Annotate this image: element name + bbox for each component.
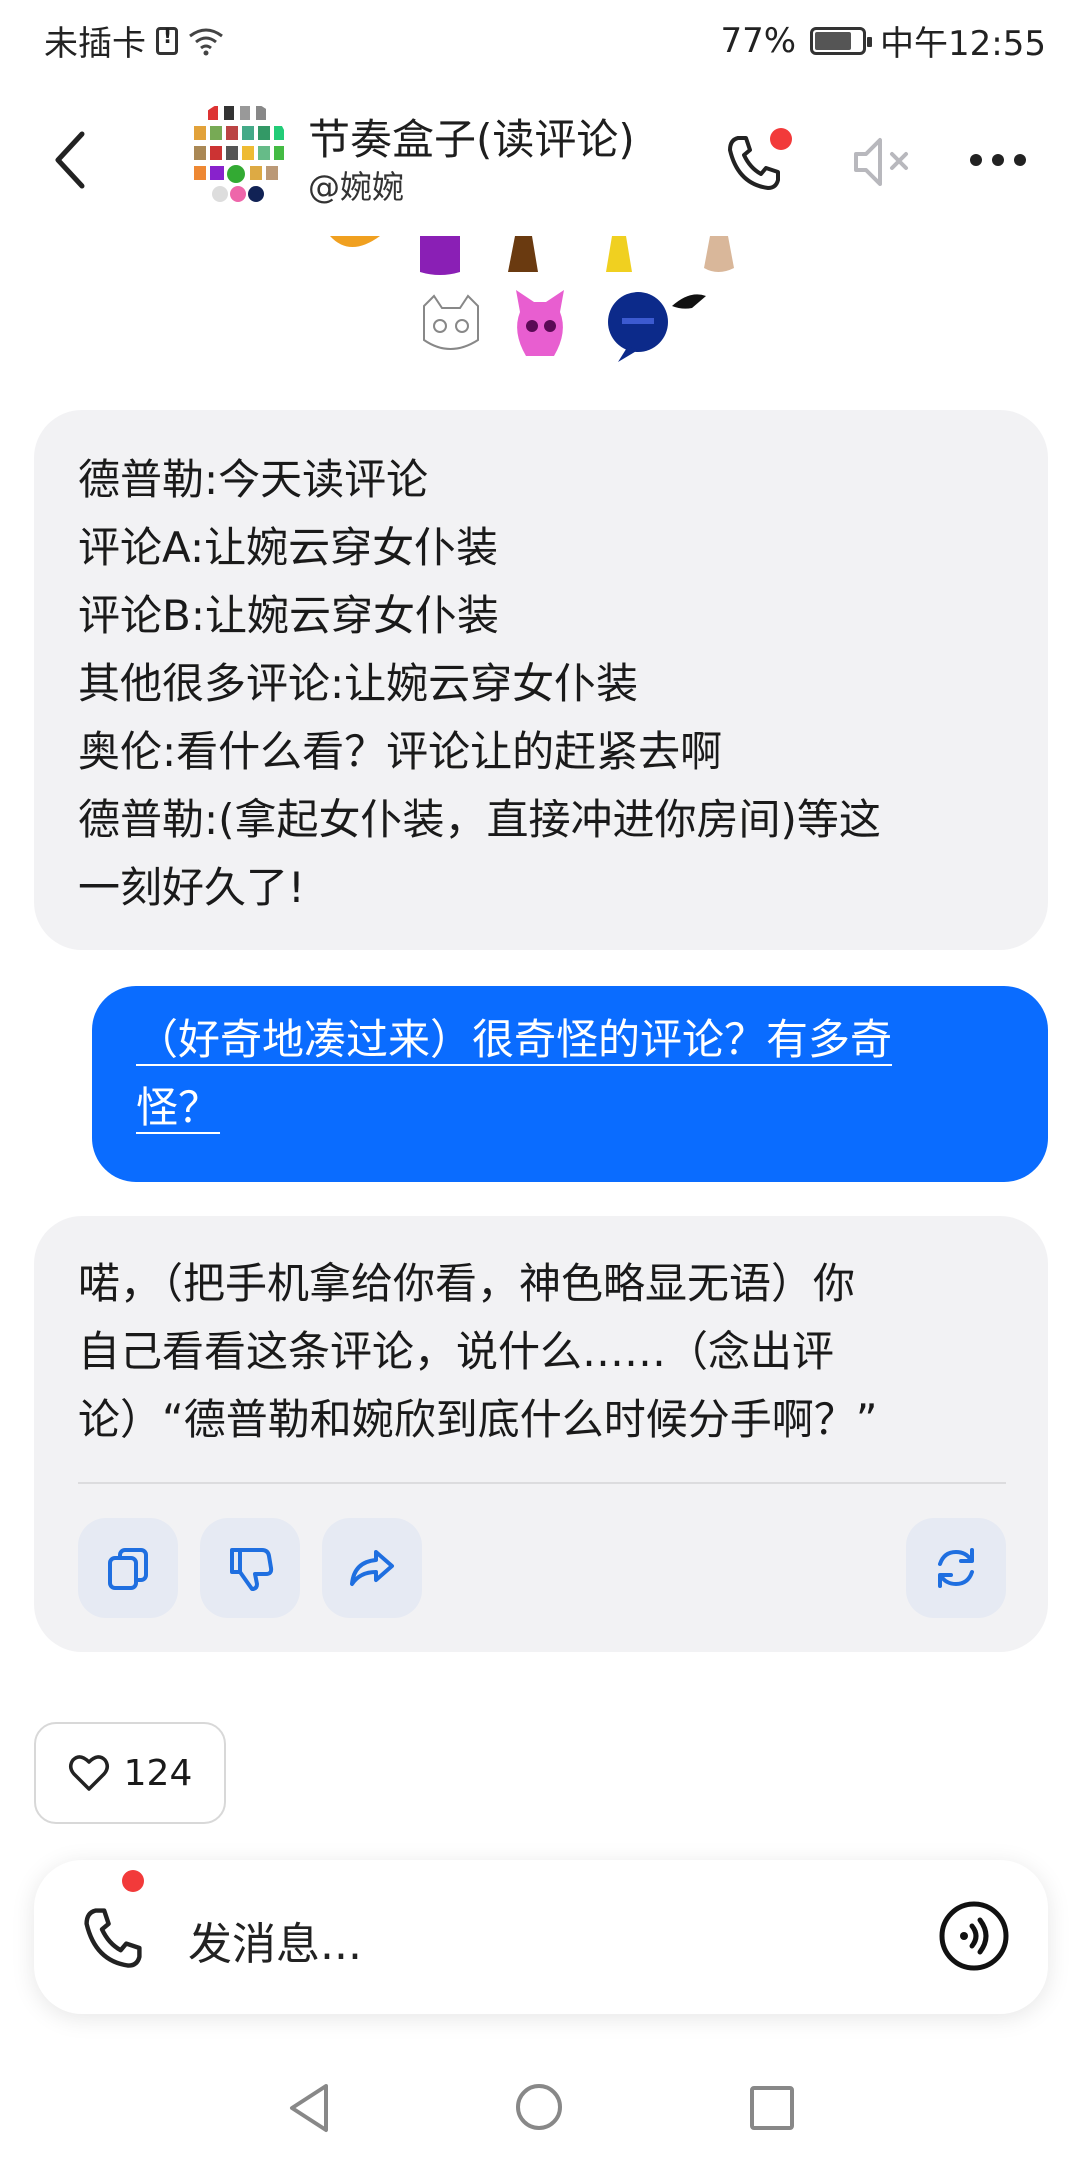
status-right: 77% 中午12:55 bbox=[720, 16, 1046, 65]
dislike-button[interactable] bbox=[200, 1518, 300, 1618]
message-input[interactable]: 发消息... bbox=[188, 1908, 362, 1972]
clock: 中午12:55 bbox=[880, 24, 1046, 64]
more-button[interactable] bbox=[970, 140, 1040, 180]
message-line: 一刻好久了! bbox=[78, 863, 305, 912]
message-input-bar: 发消息... bbox=[34, 1860, 1048, 2014]
voice-icon bbox=[939, 1901, 1009, 1971]
ai-message-bubble: 德普勒:今天读评论 评论A:让婉云穿女仆装 评论B:让婉云穿女仆装 其他很多评论… bbox=[34, 410, 1048, 950]
chat-header: 节奏盒子(读评论) @婉婉 bbox=[0, 86, 1080, 236]
battery-icon bbox=[810, 26, 873, 55]
message-line: 评论A:让婉云穿女仆装 bbox=[78, 523, 499, 572]
avatar-image bbox=[186, 100, 290, 212]
carrier-label: 未插卡 bbox=[44, 24, 146, 64]
status-left: 未插卡 bbox=[44, 16, 224, 65]
nav-recents-icon[interactable] bbox=[750, 2086, 794, 2130]
back-button[interactable] bbox=[40, 120, 100, 200]
message-line: （好奇地凑过来）很奇怪的评论？有多奇 bbox=[136, 1015, 893, 1064]
regenerate-button[interactable] bbox=[906, 1518, 1006, 1618]
call-button[interactable] bbox=[720, 122, 796, 198]
notification-dot bbox=[770, 128, 792, 150]
phone-icon bbox=[84, 1908, 142, 1968]
creator-handle[interactable]: @婉婉 bbox=[308, 162, 404, 208]
status-bar: 未插卡 77% 中午12:55 bbox=[0, 0, 1080, 76]
message-line: 评论B:让婉云穿女仆装 bbox=[78, 591, 499, 640]
chevron-left-icon bbox=[55, 131, 85, 189]
battery-percent: 77% bbox=[720, 20, 797, 61]
more-dots-icon bbox=[970, 154, 982, 166]
nav-home-icon[interactable] bbox=[516, 2084, 562, 2130]
character-banner-image bbox=[320, 236, 760, 386]
share-icon bbox=[350, 1550, 394, 1586]
refresh-icon bbox=[938, 1548, 974, 1588]
copy-icon bbox=[108, 1548, 148, 1590]
mute-button[interactable] bbox=[848, 128, 916, 196]
wifi-icon bbox=[189, 28, 223, 55]
voice-call-button[interactable] bbox=[80, 1904, 146, 1970]
ai-message-bubble-latest: 喏，（把手机拿给你看，神色略显无语）你 自己看看这条评论，说什么……（念出评 论… bbox=[34, 1216, 1048, 1652]
bot-title: 节奏盒子(读评论) bbox=[308, 115, 635, 164]
message-line: 怪？ bbox=[136, 1083, 221, 1132]
notification-dot bbox=[122, 1870, 144, 1892]
user-message-bubble[interactable]: （好奇地凑过来）很奇怪的评论？有多奇 怪？ bbox=[92, 986, 1048, 1182]
sim-missing-icon bbox=[156, 24, 178, 55]
message-line: 论）“德普勒和婉欣到底什么时候分手啊？” bbox=[78, 1395, 878, 1444]
thumbs-down-icon bbox=[230, 1548, 274, 1591]
message-line: 自己看看这条评论，说什么……（念出评 bbox=[78, 1327, 835, 1376]
message-line: 喏，（把手机拿给你看，神色略显无语）你 bbox=[78, 1259, 856, 1308]
bot-avatar[interactable] bbox=[186, 100, 290, 212]
system-nav-bar bbox=[0, 2060, 1080, 2160]
voice-input-button[interactable] bbox=[938, 1900, 1010, 1972]
message-line: 奥伦:看什么看？评论让的赶紧去啊 bbox=[78, 727, 723, 776]
message-line: 德普勒:(拿起女仆装，直接冲进你房间)等这 bbox=[78, 795, 881, 844]
message-line: 德普勒:今天读评论 bbox=[78, 455, 429, 504]
like-button[interactable]: 124 bbox=[34, 1722, 226, 1824]
message-divider bbox=[78, 1482, 1006, 1484]
heart-icon bbox=[68, 1755, 109, 1791]
nav-back-icon[interactable] bbox=[286, 2082, 332, 2134]
copy-button[interactable] bbox=[78, 1518, 178, 1618]
share-button[interactable] bbox=[322, 1518, 422, 1618]
like-count: 124 bbox=[123, 1752, 193, 1794]
message-line: 其他很多评论:让婉云穿女仆装 bbox=[78, 659, 639, 708]
speaker-mute-icon bbox=[854, 138, 908, 186]
